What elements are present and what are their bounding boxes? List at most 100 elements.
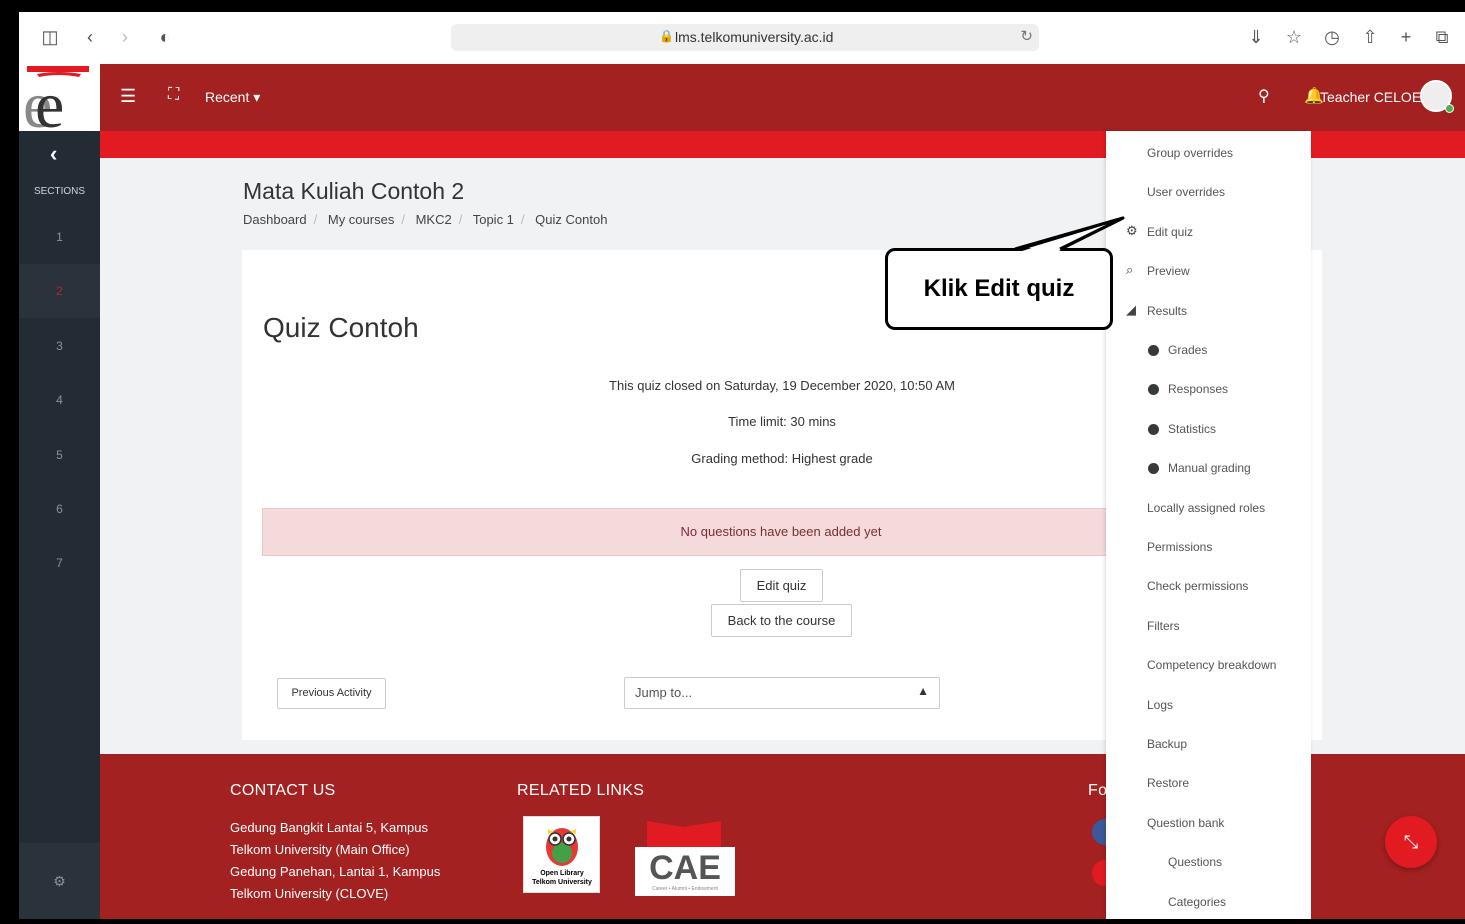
breadcrumb-quiz[interactable]: Quiz Contoh <box>535 212 607 227</box>
address-bar[interactable]: 🔒 lms.telkomuniversity.ac.id ↻ <box>451 24 1039 51</box>
owl-caption-2: Telkom University <box>532 879 592 886</box>
menu-item-label: Responses <box>1168 382 1229 397</box>
menu-item-questions[interactable]: Questions <box>1106 852 1311 872</box>
contact-us-title: CONTACT US <box>230 782 336 799</box>
menu-item-locally-assigned-roles[interactable]: Locally assigned roles <box>1106 498 1311 518</box>
menu-item-logs[interactable]: Logs <box>1106 695 1311 715</box>
menu-item-label: Question bank <box>1147 815 1225 830</box>
edit-quiz-button[interactable]: Edit quiz <box>740 569 823 602</box>
annotation-callout: Klik Edit quiz <box>885 248 1113 330</box>
bullet-icon <box>1148 463 1159 475</box>
menu-item-label: Check permissions <box>1147 579 1249 594</box>
menu-item-grades[interactable]: Grades <box>1106 340 1311 360</box>
menu-item-results[interactable]: ◢ Results <box>1106 301 1311 321</box>
search-icon[interactable]: ⚲ <box>1258 86 1270 106</box>
previous-activity-button[interactable]: Previous Activity <box>277 678 386 709</box>
menu-item-permissions[interactable]: Permissions <box>1106 537 1311 557</box>
menu-item-check-permissions[interactable]: Check permissions <box>1106 576 1311 596</box>
menu-item-manual-grading[interactable]: Manual grading <box>1106 458 1311 478</box>
settings-gears-icon[interactable]: ⚙ <box>19 843 100 919</box>
browser-toolbar: ◫ ‹ › ◐ 🔒 lms.telkomuniversity.ac.id ↻ ⇓… <box>19 12 1465 64</box>
tabs-overview-icon[interactable]: ⧉ <box>1431 26 1453 48</box>
shield-icon[interactable]: ◐ <box>154 26 176 48</box>
share-icon[interactable]: ⇧ <box>1359 26 1381 48</box>
menu-item-categories[interactable]: Categories <box>1106 892 1311 912</box>
fullscreen-icon[interactable]: ⛶ <box>168 86 179 104</box>
menu-item-restore[interactable]: Restore <box>1106 773 1311 793</box>
address-line: Telkom University (CLOVE) <box>230 886 389 901</box>
menu-item-label: Edit quiz <box>1147 224 1194 239</box>
forward-icon[interactable]: › <box>114 26 136 48</box>
menu-item-user-overrides[interactable]: User overrides <box>1106 182 1311 202</box>
hamburger-menu-icon[interactable]: ☰ <box>120 86 136 107</box>
section-item[interactable]: 1 <box>19 210 100 264</box>
history-icon[interactable]: ◷ <box>1321 26 1343 48</box>
address-line: Gedung Panehan, Lantai 1, Kampus <box>230 864 441 879</box>
follow-title-partial: Fo <box>1088 782 1108 799</box>
menu-item-question-bank[interactable]: Question bank <box>1106 813 1311 833</box>
related-links-title: RELATED LINKS <box>517 782 645 799</box>
breadcrumb-dashboard[interactable]: Dashboard <box>243 212 307 227</box>
breadcrumb-topic[interactable]: Topic 1 <box>473 212 514 227</box>
gear-icon: ⚙ <box>1126 222 1138 238</box>
screen-frame: ◫ ‹ › ◐ 🔒 lms.telkomuniversity.ac.id ↻ ⇓… <box>19 12 1465 919</box>
breadcrumb-my-courses[interactable]: My courses <box>328 212 394 227</box>
open-library-logo-link[interactable]: Open Library Telkom University <box>523 816 600 893</box>
menu-item-label: Filters <box>1147 618 1180 633</box>
course-title: Mata Kuliah Contoh 2 <box>243 178 465 204</box>
new-tab-plus-icon[interactable]: + <box>1395 26 1417 48</box>
user-name[interactable]: Teacher CELOE <box>1320 89 1421 105</box>
sidebar-toggle-icon[interactable]: ◫ <box>39 26 61 48</box>
bookmark-star-icon[interactable]: ☆ <box>1283 26 1305 48</box>
menu-item-group-overrides[interactable]: Group overrides <box>1106 143 1311 163</box>
menu-item-statistics[interactable]: Statistics <box>1106 419 1311 439</box>
url-text: lms.telkomuniversity.ac.id <box>675 29 834 45</box>
cae-subtext: Career • Alumni • Endowment <box>652 886 718 892</box>
section-item[interactable]: 5 <box>19 428 100 482</box>
menu-item-label: Categories <box>1168 894 1227 909</box>
section-item[interactable]: 7 <box>19 536 100 590</box>
menu-item-label: Restore <box>1147 776 1190 791</box>
course-sections-sidebar: ‹ SECTIONS 1 2 3 4 5 6 7 ⚙ <box>19 131 100 919</box>
menu-item-label: Backup <box>1147 737 1188 751</box>
reload-icon[interactable]: ↻ <box>1020 27 1033 45</box>
section-item[interactable]: 4 <box>19 373 100 427</box>
section-item-active[interactable]: 2 <box>19 264 100 318</box>
menu-item-competency-breakdown[interactable]: Competency breakdown <box>1106 655 1311 675</box>
online-status-dot <box>1445 104 1454 113</box>
menu-item-label: Manual grading <box>1168 461 1251 476</box>
menu-item-preview[interactable]: ⌕ Preview <box>1106 261 1311 281</box>
section-item[interactable]: 6 <box>19 482 100 536</box>
bullet-icon <box>1148 423 1159 435</box>
breadcrumb-course[interactable]: MKC2 <box>416 212 452 227</box>
cae-text: CAE <box>649 849 721 887</box>
cae-logo-link[interactable]: CAE Career • Alumni • Endowment <box>635 819 735 896</box>
collapse-chevron-icon[interactable]: ‹ <box>50 141 57 167</box>
menu-item-edit-quiz[interactable]: ⚙ Edit quiz <box>1106 222 1311 242</box>
expand-icon[interactable]: ⤡ <box>1385 816 1437 868</box>
zoom-icon: ⌕ <box>1126 262 1134 278</box>
back-to-course-button[interactable]: Back to the course <box>711 604 852 637</box>
sections-label: SECTIONS <box>33 186 86 197</box>
menu-item-backup[interactable]: Backup <box>1106 734 1311 754</box>
svg-text:e: e <box>35 69 64 131</box>
area-chart-icon: ◢ <box>1126 301 1136 317</box>
bullet-icon <box>1148 384 1159 396</box>
jump-to-value: Jump to... <box>635 685 693 700</box>
quiz-administration-menu: Group overrides User overrides ⚙ Edit quiz ⌕… <box>1106 131 1311 919</box>
callout-text: Klik Edit quiz <box>923 275 1075 302</box>
jump-to-select[interactable]: Jump to... ▲︎ <box>624 677 940 709</box>
menu-item-label: Competency breakdown <box>1147 658 1277 673</box>
menu-item-label: Logs <box>1147 697 1174 712</box>
owl-caption-1: Open Library <box>540 870 584 877</box>
menu-item-label: Locally assigned roles <box>1147 500 1266 515</box>
menu-item-responses[interactable]: Responses <box>1106 379 1311 399</box>
download-icon[interactable]: ⇓ <box>1245 26 1267 48</box>
lock-icon: 🔒 <box>659 29 674 43</box>
address-line: Gedung Bangkit Lantai 5, Kampus <box>230 820 429 835</box>
menu-item-filters[interactable]: Filters <box>1106 616 1311 636</box>
site-logo[interactable]: e e <box>19 64 100 131</box>
recent-dropdown[interactable]: Recent ▾ <box>205 89 260 106</box>
back-icon[interactable]: ‹ <box>79 26 101 48</box>
section-item[interactable]: 3 <box>19 319 100 373</box>
